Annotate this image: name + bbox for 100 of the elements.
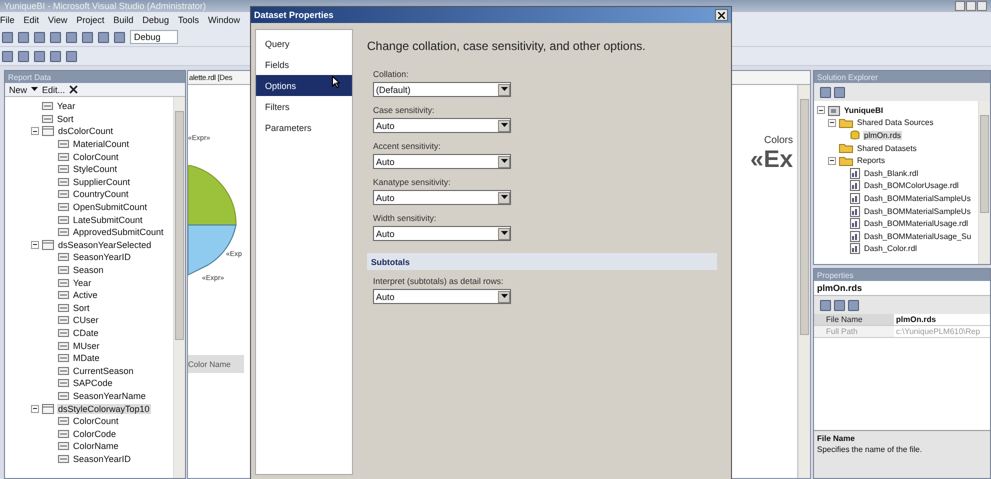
dropdown-button[interactable] [498, 84, 510, 96]
tree-item[interactable]: Reports [856, 156, 886, 166]
nav-item[interactable]: Parameters [256, 117, 352, 138]
tree-item[interactable]: ColorCode [72, 428, 118, 439]
tree-item[interactable]: YuniqueBI [843, 106, 884, 115]
tree-item[interactable]: Dash_Blank.rdl [863, 168, 920, 178]
scrollbar[interactable] [978, 101, 990, 264]
toolbar-icon[interactable] [820, 86, 831, 98]
tree-item[interactable]: CUser [72, 315, 100, 326]
dropdown-button[interactable] [498, 290, 510, 302]
tree-item[interactable]: MDate [72, 353, 101, 364]
tree-item[interactable]: MUser [72, 340, 100, 351]
minimize-button[interactable] [955, 1, 965, 11]
menu-item[interactable]: Edit [24, 15, 40, 25]
toolbar-icon[interactable] [2, 50, 13, 62]
toolbar-icon[interactable] [66, 50, 77, 62]
tree-item[interactable]: dsColorCount [57, 126, 114, 136]
toolbar-icon[interactable] [18, 50, 29, 62]
tree-item[interactable]: Dash_BOMMaterialUsage_Su [863, 232, 972, 241]
expand-toggle[interactable] [828, 156, 836, 165]
tree-item[interactable]: plmOn.rds [863, 130, 902, 140]
property-value[interactable]: plmOn.rds [894, 314, 990, 326]
dropdown-button[interactable] [498, 120, 510, 132]
field-icon [58, 216, 69, 224]
expand-toggle[interactable] [817, 106, 825, 114]
tree-item[interactable]: ApprovedSubmitCount [72, 227, 165, 238]
dropdown-button[interactable] [498, 228, 510, 240]
configuration-dropdown[interactable]: Debug [130, 30, 178, 44]
toolbar-icon[interactable] [66, 32, 77, 42]
expand-toggle[interactable] [31, 404, 39, 413]
edit-button[interactable]: Edit... [42, 84, 66, 94]
tree-item[interactable]: LateSubmitCount [72, 214, 144, 225]
toolbar-icon[interactable] [82, 32, 93, 42]
toolbar-icon[interactable] [834, 86, 845, 98]
toolbar-icon[interactable] [2, 32, 13, 42]
scrollbar[interactable] [798, 85, 810, 478]
tree-item[interactable]: CurrentSeason [72, 366, 135, 376]
menu-item[interactable]: File [0, 15, 15, 25]
new-button[interactable]: New [9, 84, 28, 94]
tree-item[interactable]: CountryCount [72, 189, 130, 200]
tree-item[interactable]: Shared Datasets [856, 144, 918, 153]
menu-item[interactable]: View [48, 15, 68, 25]
tree-item[interactable]: Year [72, 278, 92, 288]
toolbar-icon[interactable] [114, 32, 125, 42]
tree-item[interactable]: Year [56, 101, 76, 112]
delete-icon[interactable] [69, 85, 78, 94]
dropdown-field[interactable]: Auto [373, 118, 511, 133]
toolbar-icon[interactable] [18, 32, 29, 42]
property-name: Full Path [814, 326, 894, 338]
tree-item[interactable]: CDate [72, 328, 100, 338]
tree-item[interactable]: SeasonYearName [72, 390, 147, 401]
tree-item[interactable]: ColorCount [72, 416, 120, 426]
tree-item[interactable]: Dash_Color.rdl [863, 244, 918, 254]
tree-item[interactable]: SeasonYearID [72, 252, 132, 262]
menu-item[interactable]: Window [208, 15, 240, 25]
dropdown-field[interactable]: Auto [373, 226, 511, 241]
nav-item[interactable]: Options [256, 75, 352, 96]
tree-item[interactable]: Sort [56, 114, 75, 124]
tree-item[interactable]: Season [72, 265, 105, 276]
tree-item[interactable]: Active [72, 290, 99, 300]
tree-item[interactable]: StyleCount [72, 164, 118, 174]
tree-item[interactable]: Dash_BOMColorUsage.rdl [863, 181, 960, 190]
close-button[interactable] [715, 9, 728, 21]
tree-item[interactable]: Dash_BOMMaterialSampleUs [863, 194, 972, 203]
toolbar-icon[interactable] [34, 32, 45, 42]
nav-item[interactable]: Query [256, 33, 352, 54]
scrollbar[interactable] [173, 97, 185, 478]
toolbar-icon[interactable] [98, 32, 109, 42]
tree-item[interactable]: Shared Data Sources [856, 118, 934, 128]
toolbar-icon[interactable] [50, 50, 61, 62]
tree-item[interactable]: ColorCount [72, 152, 120, 162]
tree-item[interactable]: dsStyleColorwayTop10 [57, 404, 151, 414]
menu-item[interactable]: Project [76, 15, 104, 25]
dropdown-button[interactable] [498, 192, 510, 204]
dropdown-field[interactable]: (Default) [373, 82, 511, 97]
tree-item[interactable]: dsSeasonYearSelected [57, 240, 152, 250]
tree-item[interactable]: SupplierCount [72, 176, 132, 187]
expand-toggle[interactable] [31, 127, 39, 136]
nav-item[interactable]: Fields [256, 54, 352, 75]
expand-toggle[interactable] [828, 118, 836, 127]
maximize-button[interactable] [966, 1, 976, 11]
expand-toggle[interactable] [31, 240, 39, 249]
tree-item[interactable]: OpenSubmitCount [72, 202, 148, 212]
tree-item[interactable]: Dash_BOMMaterialSampleUs [863, 206, 972, 216]
tree-item[interactable]: Sort [72, 302, 91, 313]
toolbar-icon[interactable] [50, 32, 61, 42]
tree-item[interactable]: SeasonYearID [72, 454, 132, 464]
dropdown-button[interactable] [498, 156, 510, 168]
toolbar-icon[interactable] [34, 50, 45, 62]
menu-item[interactable]: Build [113, 15, 134, 25]
menu-item[interactable]: Tools [178, 15, 199, 25]
tree-item[interactable]: SAPCode [72, 378, 114, 388]
menu-item[interactable]: Debug [142, 15, 169, 25]
nav-item[interactable]: Filters [256, 96, 352, 117]
tree-item[interactable]: ColorName [72, 441, 120, 452]
tree-item[interactable]: MaterialCount [72, 139, 130, 150]
tree-item[interactable]: Dash_BOMMaterialUsage.rdl [863, 219, 970, 228]
dropdown-field[interactable]: Auto [373, 190, 511, 205]
dropdown-field[interactable]: Auto [373, 154, 511, 169]
dropdown-field[interactable]: Auto [373, 289, 511, 304]
